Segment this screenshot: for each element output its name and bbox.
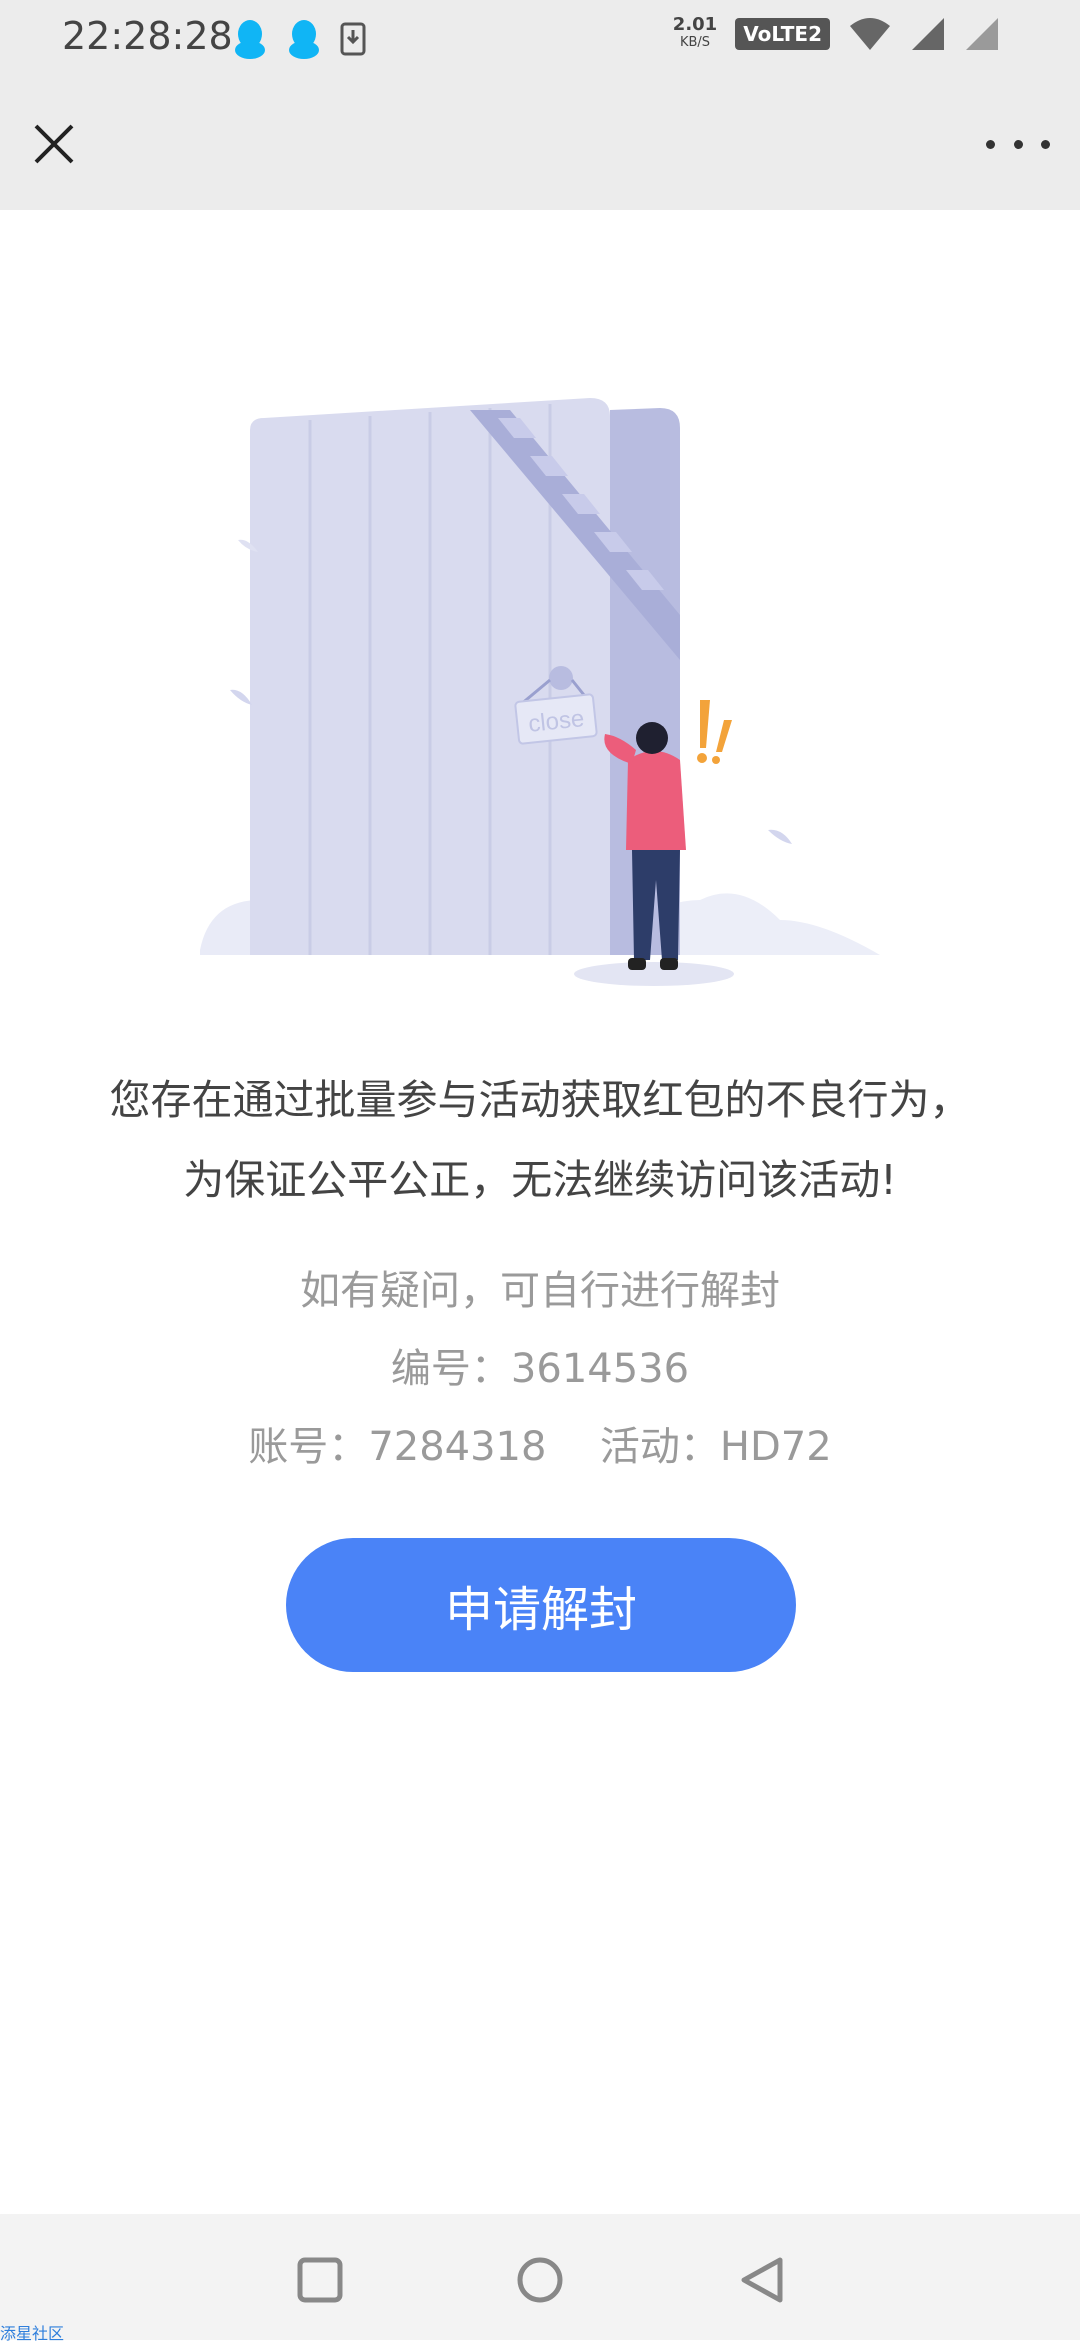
more-icon-dot <box>1041 139 1050 149</box>
top-bar <box>0 80 1080 210</box>
signal-icon <box>966 18 998 50</box>
qq-icon <box>289 20 319 59</box>
close-button[interactable] <box>30 120 78 168</box>
status-time: 22:28:28 <box>62 14 233 58</box>
status-bar: 22:28:28 2.01 KB/S VoLTE2 <box>0 0 1080 80</box>
serial-row: 编号：3614536 <box>40 1330 1040 1408</box>
recent-apps-icon[interactable] <box>292 2252 348 2308</box>
ban-hint: 如有疑问，可自行进行解封 <box>300 1268 780 1314</box>
net-speed-value: 2.01 <box>672 14 718 35</box>
ban-message: 您存在通过批量参与活动获取红包的不良行为， 为保证公平公正，无法继续访问该活动! <box>40 1060 1040 1220</box>
closed-door-illustration: close <box>200 398 880 986</box>
status-right: 2.01 KB/S VoLTE2 <box>673 16 1000 52</box>
close-icon <box>34 124 74 164</box>
net-speed: 2.01 KB/S <box>673 16 717 52</box>
account-label: 账号： <box>248 1424 369 1470</box>
watermark-text: 添星社区 <box>0 2324 65 2343</box>
ban-message-line2: 为保证公平公正，无法继续访问该活动! <box>183 1156 897 1204</box>
serial-label: 编号： <box>390 1346 511 1392</box>
signal-icon <box>912 18 944 50</box>
ban-message-line1: 您存在通过批量参与活动获取红包的不良行为， <box>109 1076 971 1124</box>
navigation-bar: 添星社区 <box>0 2214 1080 2343</box>
net-speed-unit: KB/S <box>679 35 711 50</box>
serial-value: 3614536 <box>510 1346 690 1392</box>
account-value: 7284318 <box>368 1424 547 1470</box>
account-row: 账号：7284318 活动：HD72 <box>40 1408 1040 1486</box>
qq-icon <box>235 20 265 59</box>
notification-icons <box>232 18 366 60</box>
more-button[interactable] <box>986 118 1050 170</box>
wifi-icon <box>850 18 890 50</box>
activity-value: HD72 <box>719 1424 832 1470</box>
volte-badge: VoLTE2 <box>735 18 830 50</box>
more-icon-dot <box>986 139 995 149</box>
ban-info: 如有疑问，可自行进行解封 编号：3614536 账号：7284318 活动：HD… <box>40 1252 1040 1486</box>
activity-label: 活动： <box>599 1424 720 1470</box>
apply-unlock-button[interactable]: 申请解封 <box>286 1538 796 1672</box>
home-icon[interactable] <box>512 2252 568 2308</box>
more-icon-dot <box>1013 139 1023 149</box>
back-icon[interactable] <box>734 2252 790 2308</box>
download-icon <box>340 22 366 56</box>
